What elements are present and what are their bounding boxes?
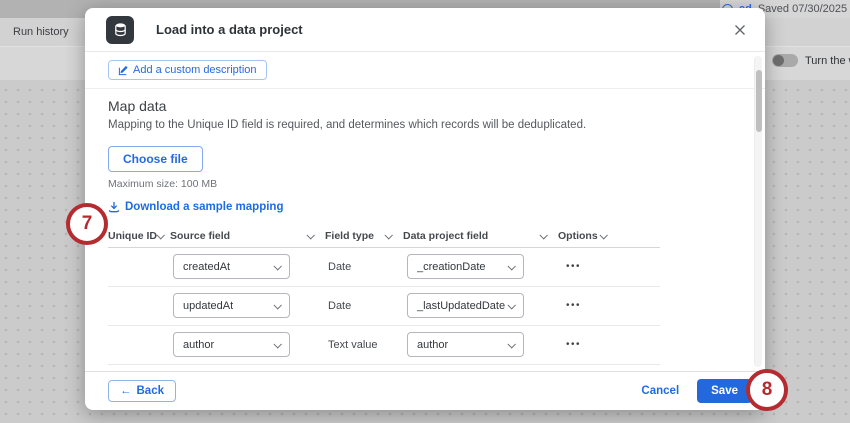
source-field-select-value: createdAt bbox=[183, 261, 230, 273]
data-project-field-select-value: _lastUpdatedDate bbox=[417, 300, 505, 312]
data-project-field-cell: author bbox=[403, 332, 558, 357]
column-header-options[interactable]: Options bbox=[558, 230, 618, 242]
close-icon[interactable] bbox=[729, 19, 751, 41]
toggle-knob bbox=[773, 55, 784, 66]
scrollbar-thumb[interactable] bbox=[756, 70, 762, 132]
source-field-select-value: updatedAt bbox=[183, 300, 233, 312]
chevron-down-icon bbox=[507, 340, 515, 348]
chevron-down-icon bbox=[599, 231, 607, 239]
column-header-source-field[interactable]: Source field bbox=[170, 230, 325, 242]
chevron-down-icon bbox=[306, 231, 314, 239]
table-row: authorIdText valueauthorId••• bbox=[108, 365, 660, 372]
row-options-button[interactable]: ••• bbox=[558, 339, 618, 350]
dialog-title: Load into a data project bbox=[156, 22, 729, 37]
table-body: createdAt Date _creationDate ••• updatedAt Da… bbox=[108, 248, 660, 372]
dialog-footer: ← Back Cancel Save bbox=[85, 371, 765, 410]
data-project-field-select[interactable]: author bbox=[407, 332, 524, 357]
back-label: Back bbox=[137, 385, 165, 397]
data-project-field-cell: _lastUpdatedDate bbox=[403, 293, 558, 318]
source-field-cell: author bbox=[170, 332, 325, 357]
data-project-icon bbox=[106, 16, 134, 44]
map-data-description: Mapping to the Unique ID field is requir… bbox=[108, 119, 725, 131]
data-project-field-cell: _creationDate bbox=[403, 254, 558, 279]
load-data-project-dialog: Load into a data project Add a custom de… bbox=[85, 8, 765, 410]
max-size-note: Maximum size: 100 MB bbox=[108, 178, 725, 190]
source-field-select[interactable]: author bbox=[173, 332, 290, 357]
column-header-label: Field type bbox=[325, 230, 374, 242]
chevron-down-icon bbox=[273, 262, 281, 270]
download-icon bbox=[108, 201, 120, 213]
table-row: updatedAt Date _lastUpdatedDate ••• bbox=[108, 287, 660, 326]
data-project-field-select[interactable]: _lastUpdatedDate bbox=[407, 293, 524, 318]
source-field-select[interactable]: createdAt bbox=[173, 254, 290, 279]
table-row: author Text value author ••• bbox=[108, 326, 660, 365]
toggle-label: Turn the w bbox=[805, 55, 850, 67]
workflow-toggle-row: Turn the w bbox=[772, 54, 850, 67]
chevron-down-icon bbox=[156, 231, 164, 239]
data-project-field-select-value: author bbox=[417, 339, 448, 351]
toggle-switch[interactable] bbox=[772, 54, 798, 67]
edit-icon bbox=[118, 65, 129, 76]
table-row: createdAt Date _creationDate ••• bbox=[108, 248, 660, 287]
download-link-label: Download a sample mapping bbox=[125, 201, 283, 213]
row-options-button[interactable]: ••• bbox=[558, 261, 618, 272]
scrollbar[interactable] bbox=[754, 56, 762, 367]
column-header-unique-id[interactable]: Unique ID bbox=[108, 230, 170, 242]
column-header-field-type[interactable]: Field type bbox=[325, 230, 403, 242]
field-type-value: Text value bbox=[325, 339, 403, 351]
column-header-label: Unique ID bbox=[108, 230, 157, 242]
source-field-cell: createdAt bbox=[170, 254, 325, 279]
field-type-value: Date bbox=[325, 300, 403, 312]
table-header-row: Unique ID Source field Field type Data proj… bbox=[108, 225, 660, 248]
chevron-down-icon bbox=[384, 231, 392, 239]
data-project-field-select-value: _creationDate bbox=[417, 261, 486, 273]
source-field-select-value: author bbox=[183, 339, 214, 351]
description-bar: Add a custom description bbox=[85, 60, 765, 89]
back-arrow-icon: ← bbox=[120, 385, 132, 397]
field-type-value: Date bbox=[325, 261, 403, 273]
chevron-down-icon bbox=[507, 301, 515, 309]
chevron-down-icon bbox=[273, 301, 281, 309]
choose-file-button[interactable]: Choose file bbox=[108, 146, 203, 172]
saved-timestamp: Saved 07/30/2025 bbox=[758, 3, 847, 15]
column-header-data-project-field[interactable]: Data project field bbox=[403, 230, 558, 242]
column-header-label: Source field bbox=[170, 230, 230, 242]
data-project-field-select[interactable]: _creationDate bbox=[407, 254, 524, 279]
mapping-table: Unique ID Source field Field type Data proj… bbox=[108, 225, 660, 372]
back-button[interactable]: ← Back bbox=[108, 380, 176, 402]
chevron-down-icon bbox=[273, 340, 281, 348]
map-data-heading: Map data bbox=[108, 98, 725, 114]
chevron-down-icon bbox=[507, 262, 515, 270]
row-options-button[interactable]: ••• bbox=[558, 300, 618, 311]
dialog-header: Load into a data project bbox=[85, 8, 765, 52]
add-custom-description-label: Add a custom description bbox=[133, 64, 257, 76]
save-button[interactable]: Save bbox=[697, 379, 752, 403]
source-field-cell: updatedAt bbox=[170, 293, 325, 318]
cancel-button[interactable]: Cancel bbox=[641, 385, 679, 397]
annotation-step-7: 7 bbox=[66, 203, 108, 245]
add-custom-description-button[interactable]: Add a custom description bbox=[108, 60, 267, 80]
download-sample-mapping-link[interactable]: Download a sample mapping bbox=[108, 201, 283, 213]
source-field-select[interactable]: updatedAt bbox=[173, 293, 290, 318]
column-header-label: Options bbox=[558, 230, 598, 242]
dialog-body: Add a custom description Map data Mappin… bbox=[85, 52, 765, 371]
column-header-label: Data project field bbox=[403, 230, 488, 242]
chevron-down-icon bbox=[539, 231, 547, 239]
tab-run-history[interactable]: Run history bbox=[13, 26, 69, 38]
annotation-step-8: 8 bbox=[746, 369, 788, 411]
